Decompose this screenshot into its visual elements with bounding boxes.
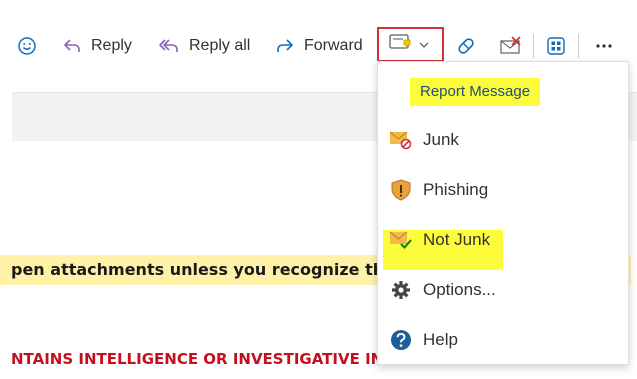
emoji-button[interactable] [17,32,37,60]
apps-grid-icon [546,36,566,56]
help-icon [389,329,413,351]
tag-icon [455,35,477,57]
apps-button[interactable] [546,32,566,60]
mark-unread-button[interactable] [499,32,523,60]
not-junk-envelope-icon [389,229,413,251]
more-ellipsis-icon [594,36,614,56]
reply-label: Reply [91,37,132,54]
tag-button[interactable] [455,32,477,60]
reply-all-button[interactable]: Reply all [158,32,250,60]
gear-icon [389,279,413,301]
menu-item-label: Help [423,330,458,349]
forward-arrow-icon [275,36,295,56]
chevron-down-icon [419,36,429,54]
report-message-menu: Report Message Junk Phishing Not Junk Op… [377,61,629,365]
reply-arrow-icon [62,36,82,56]
phishing-shield-icon [389,179,413,201]
menu-header: Report Message [410,78,541,106]
report-message-icon [389,33,413,56]
menu-item-label: Not Junk [423,230,491,249]
toolbar-divider [533,34,534,58]
toolbar-divider [578,34,579,58]
menu-item-phishing[interactable]: Phishing [378,168,628,212]
more-actions-button[interactable] [594,32,614,60]
reply-all-label: Reply all [189,37,251,54]
envelope-flag-icon [499,35,523,57]
menu-item-junk[interactable]: Junk [378,118,628,162]
smiley-icon [17,36,37,56]
forward-button[interactable]: Forward [275,32,363,60]
junk-envelope-icon [389,129,413,151]
menu-item-options[interactable]: Options... [378,268,628,312]
menu-item-help[interactable]: Help [378,318,628,362]
report-message-button[interactable] [377,27,444,62]
reply-all-arrow-icon [158,36,180,56]
menu-item-label: Junk [423,130,459,149]
menu-item-not-junk[interactable]: Not Junk [378,218,628,262]
menu-item-label: Options... [423,280,496,299]
email-reading-pane: Reply Reply all Forward pen attachments … [0,0,637,379]
forward-label: Forward [304,37,363,54]
menu-item-label: Phishing [423,180,489,199]
reply-button[interactable]: Reply [62,32,132,60]
